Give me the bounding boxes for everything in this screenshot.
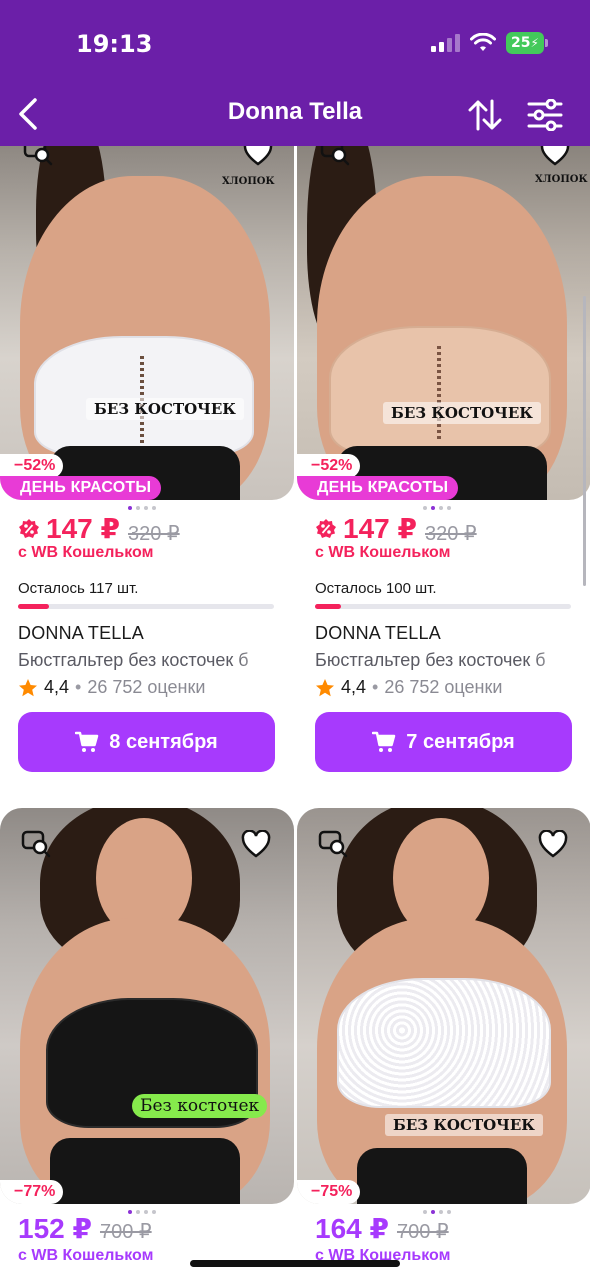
wallet-note: с WB Кошельком [315,544,451,561]
image-search-icon [318,830,348,858]
product-image[interactable]: Без косточек −77% [0,808,294,1204]
product-card[interactable]: БЕЗ КОСТОЧЕК −75% 164 ₽ 700 ₽ с WB Кошел… [297,808,590,1264]
review-count: 26 752 оценки [384,677,503,697]
old-price: 320 ₽ [127,522,180,545]
stock-progress-fill [315,604,341,609]
filter-icon [527,99,563,131]
image-label: Без косточек [132,1094,268,1118]
old-price: 700 ₽ [99,1221,152,1243]
brand-name: DONNA TELLA [18,623,144,643]
add-to-cart-button[interactable]: 7 сентября [315,712,572,772]
rating-row: 4,4 • 26 752 оценки [18,677,205,698]
price-row: 147 ₽ 320 ₽ [18,512,180,546]
product-image[interactable]: БЕЗ КОСТОЧЕК ХЛОПОК −52% ДЕНЬ КРАСОТЫ [0,146,294,500]
status-time: 19:13 [76,30,153,58]
stock-text: Осталось 117 шт. [18,580,139,597]
image-search-icon [320,146,350,166]
star-icon [316,678,334,696]
favorite-button[interactable] [236,824,276,864]
promo-badge: ДЕНЬ КРАСОТЫ [297,476,459,500]
home-indicator[interactable] [190,1260,400,1267]
status-icons: 25 ⚡ [431,32,548,54]
image-pager-dots [423,506,451,510]
image-search-button[interactable] [18,146,58,172]
image-search-icon [23,146,53,166]
favorite-button[interactable] [533,824,573,864]
product-title: Бюстгальтер без косточек б [315,650,546,670]
current-price: 164 ₽ [315,1213,389,1244]
brand-name: DONNA TELLA [315,623,441,643]
sort-button[interactable] [462,92,508,138]
price-value: 147 ₽ [343,513,417,544]
current-price: 147 ₽ [18,512,120,545]
delivery-date: 7 сентября [406,730,515,753]
cotton-label: ХЛОПОК [222,176,275,187]
discount-badge: −52% [297,454,361,478]
sort-icon [468,99,502,131]
image-search-button[interactable] [313,824,353,864]
wallet-percent-icon [316,518,336,538]
discount-badge: −52% [0,454,64,478]
current-price: 147 ₽ [315,512,417,545]
delivery-date: 8 сентября [109,730,218,753]
heart-icon [538,830,568,858]
wallet-percent-icon [19,518,39,538]
cellular-signal-icon [431,34,460,52]
app-header: 19:13 25 ⚡ Donna Tella [0,0,590,146]
price-row: 147 ₽ 320 ₽ [315,512,477,546]
heart-icon [243,146,273,166]
battery-level: 25 [511,35,531,51]
image-label: БЕЗ КОСТОЧЕК [86,398,244,420]
scrollbar[interactable] [583,296,586,586]
favorite-button[interactable] [238,146,278,172]
heart-icon [540,146,570,166]
stock-text: Осталось 100 шт. [315,580,437,597]
image-label: БЕЗ КОСТОЧЕК [383,402,541,424]
product-card[interactable]: Без косточек −77% 152 ₽ 700 ₽ с WB Кошел… [0,808,294,1264]
stock-progress-fill [18,604,49,609]
product-image[interactable]: БЕЗ КОСТОЧЕК −75% [297,808,590,1204]
battery-icon: 25 ⚡ [506,32,548,54]
image-pager-dots [128,506,156,510]
product-title: Бюстгальтер без косточек б [18,650,249,670]
stock-progress [18,604,274,609]
product-card[interactable]: БЕЗ КОСТОЧЕК ХЛОПОК −52% ДЕНЬ КРАСОТЫ 14… [297,146,590,772]
current-price: 152 ₽ [18,1213,92,1244]
image-label: БЕЗ КОСТОЧЕК [385,1114,543,1136]
cart-icon [372,731,396,752]
heart-icon [241,830,271,858]
wallet-note: с WB Кошельком [18,544,154,561]
rating-score: 4,4 [44,677,70,697]
rating-score: 4,4 [341,677,367,697]
product-image[interactable]: БЕЗ КОСТОЧЕК ХЛОПОК −52% ДЕНЬ КРАСОТЫ [297,146,590,500]
promo-badge: ДЕНЬ КРАСОТЫ [0,476,162,500]
old-price: 320 ₽ [424,522,477,545]
cart-icon [75,731,99,752]
star-icon [19,678,37,696]
price-row: 164 ₽ 700 ₽ [315,1212,449,1245]
image-search-button[interactable] [315,146,355,172]
filter-button[interactable] [522,92,568,138]
wifi-icon [470,33,496,51]
image-search-icon [21,830,51,858]
price-value: 147 ₽ [46,513,120,544]
wallet-note: с WB Кошельком [18,1247,154,1264]
product-card[interactable]: БЕЗ КОСТОЧЕК ХЛОПОК −52% ДЕНЬ КРАСОТЫ 14… [0,146,294,772]
rating-separator: • [372,677,379,697]
rating-separator: • [75,677,82,697]
price-row: 152 ₽ 700 ₽ [18,1212,152,1245]
old-price: 700 ₽ [396,1221,449,1243]
cotton-label: ХЛОПОК [535,174,588,185]
image-search-button[interactable] [16,824,56,864]
discount-badge: −75% [297,1180,361,1204]
rating-row: 4,4 • 26 752 оценки [315,677,502,698]
discount-badge: −77% [0,1180,64,1204]
stock-progress [315,604,571,609]
favorite-button[interactable] [535,146,575,172]
review-count: 26 752 оценки [87,677,206,697]
add-to-cart-button[interactable]: 8 сентября [18,712,275,772]
